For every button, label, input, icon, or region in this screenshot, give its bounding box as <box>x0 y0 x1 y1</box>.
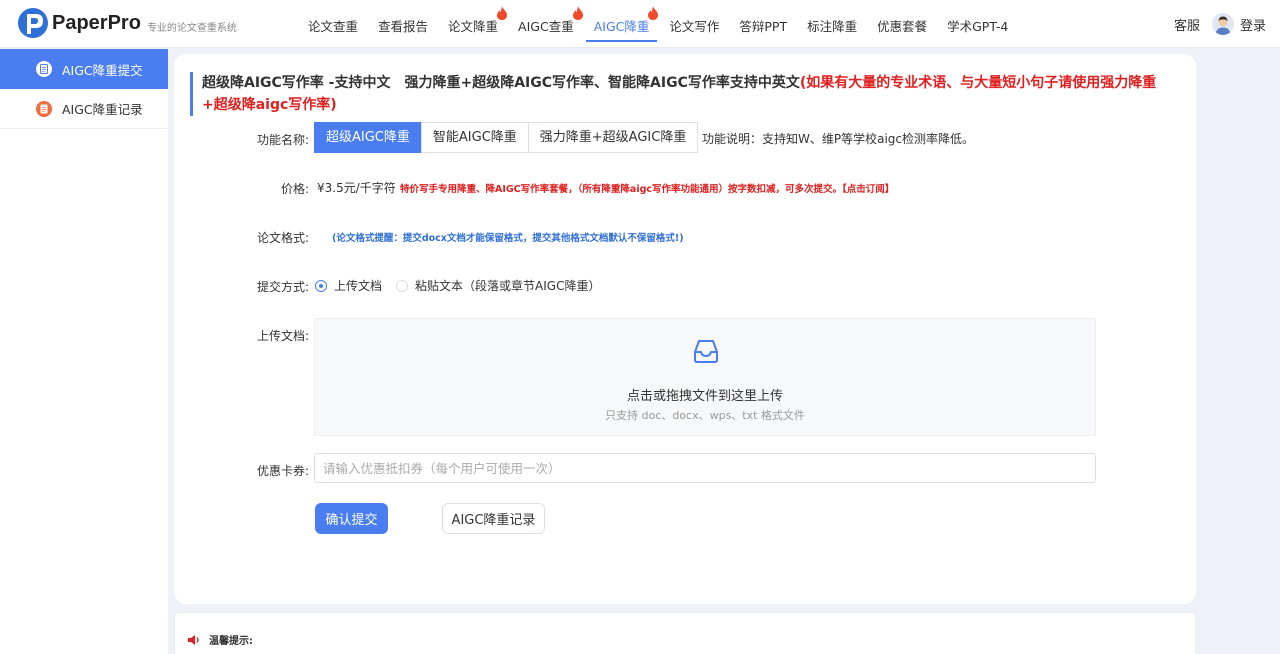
fire-icon <box>497 6 508 20</box>
nav-label: 优惠套餐 <box>877 19 928 34</box>
nav-lunwen-xiezuo[interactable]: 论文写作 <box>661 0 727 48</box>
title-text: 超级降AIGC写作率 -支持中文 强力降重+超级降AIGC写作率、智能降AIGC… <box>202 75 800 91</box>
page-title: 超级降AIGC写作率 -支持中文 强力降重+超级降AIGC写作率、智能降AIGC… <box>190 72 1180 116</box>
nav-label: 标注降重 <box>807 19 858 34</box>
price-promo-link[interactable]: 特价写手专用降重、降AIGC写作率套餐，（所有降重降aigc写作率功能通用）按字… <box>400 181 894 195</box>
confirm-submit-button[interactable]: 确认提交 <box>315 503 388 534</box>
coupon-input[interactable] <box>314 453 1096 483</box>
upload-main-text: 点击或拖拽文件到这里上传 <box>626 389 783 404</box>
function-label: 功能名称: <box>256 133 309 147</box>
tips-heading: 温馨提示: <box>187 632 253 647</box>
sidebar-item-label: AIGC降重提交 <box>62 62 143 78</box>
logo-icon <box>18 8 48 38</box>
tab-smart-aigc[interactable]: 智能AIGC降重 <box>420 122 529 153</box>
submit-method-label: 提交方式: <box>256 280 309 294</box>
upload-dropzone[interactable]: 点击或拖拽文件到这里上传 只支持 doc、docx、wps、txt 格式文件 <box>314 318 1096 436</box>
tips-card: 温馨提示: <box>174 612 1196 654</box>
radio-label-upload[interactable]: 上传文档 <box>334 277 382 294</box>
fire-icon <box>572 6 583 20</box>
document-record-icon <box>36 100 52 117</box>
inbox-icon <box>694 340 718 363</box>
upload-hint: 只支持 doc、docx、wps、txt 格式文件 <box>605 409 805 422</box>
header-right: 客服 登录 <box>1174 0 1266 48</box>
nav-youhui-taocan[interactable]: 优惠套餐 <box>869 0 935 48</box>
speaker-icon <box>188 634 199 645</box>
format-label: 论文格式: <box>256 231 309 245</box>
price-value: ¥3.5元/千字符 <box>317 181 396 195</box>
nav-xueshu-gpt4[interactable]: 学术GPT-4 <box>939 0 1016 48</box>
coupon-label: 优惠卡券: <box>256 464 309 478</box>
brand-name: PaperPro <box>52 11 141 34</box>
function-tabs: 超级AIGC降重 智能AIGC降重 强力降重+超级AGIC降重 <box>314 122 699 153</box>
nav-label: 查看报告 <box>378 19 429 34</box>
nav-label: 论文查重 <box>308 19 359 34</box>
tips-title: 温馨提示: <box>209 636 253 647</box>
nav-biaozhu-jiangchong[interactable]: 标注降重 <box>799 0 865 48</box>
nav-dabian-ppt[interactable]: 答辩PPT <box>731 0 795 48</box>
nav-label: AIGC降重 <box>593 19 650 34</box>
nav-aigc-chachong[interactable]: AIGC查重 <box>510 0 583 48</box>
aigc-records-button[interactable]: AIGC降重记录 <box>442 503 545 534</box>
nav-label: 论文降重 <box>448 19 499 34</box>
avatar[interactable] <box>1211 13 1234 35</box>
tab-strong-plus-super[interactable]: 强力降重+超级AGIC降重 <box>527 122 699 153</box>
document-submit-icon <box>36 61 52 77</box>
brand-tagline: 专业的论文查重系统 <box>146 22 237 34</box>
nav-aigc-jiangchong[interactable]: AIGC降重 <box>585 0 659 48</box>
nav-lunwen-jiangchong[interactable]: 论文降重 <box>440 0 508 48</box>
user-avatar-icon <box>1211 13 1234 35</box>
top-header: PaperPro 专业的论文查重系统 论文查重 查看报告 论文降重 AIGC查重… <box>0 0 1280 48</box>
service-link[interactable]: 客服 <box>1174 15 1200 34</box>
main-nav: 论文查重 查看报告 论文降重 AIGC查重 AIGC降重 论文写作 答辩PPT … <box>300 0 1020 48</box>
radio-paste-text[interactable] <box>396 279 409 292</box>
tab-super-aigc[interactable]: 超级AIGC降重 <box>314 122 422 153</box>
nav-label: 学术GPT-4 <box>947 19 1009 34</box>
sidebar: AIGC降重提交 AIGC降重记录 <box>0 49 168 654</box>
radio-upload-document[interactable] <box>315 279 327 292</box>
fire-icon <box>648 6 659 20</box>
sidebar-item-aigc-records[interactable]: AIGC降重记录 <box>0 89 168 129</box>
function-description: 功能说明：支持知W、维P等学校aigc检测率降低。 <box>702 132 975 146</box>
format-reminder: (论文格式提醒：提交docx文档才能保留格式，提交其他格式文档默认不保留格式!) <box>332 233 684 244</box>
nav-label: 论文写作 <box>669 19 720 34</box>
brand-logo[interactable]: PaperPro 专业的论文查重系统 <box>16 6 237 40</box>
price-label: 价格: <box>280 182 309 196</box>
nav-chakan-baogao[interactable]: 查看报告 <box>370 0 436 48</box>
upload-label: 上传文档: <box>256 329 309 343</box>
radio-label-paste[interactable]: 粘贴文本（段落或章节AIGC降重） <box>415 277 600 294</box>
nav-lunwen-chachong[interactable]: 论文查重 <box>300 0 366 48</box>
login-link[interactable]: 登录 <box>1240 15 1266 34</box>
submit-method-group: 上传文档 粘贴文本（段落或章节AIGC降重） <box>315 277 614 294</box>
nav-label: AIGC查重 <box>518 19 574 34</box>
sidebar-item-label: AIGC降重记录 <box>62 102 143 117</box>
nav-label: 答辩PPT <box>739 19 788 34</box>
sidebar-item-aigc-submit[interactable]: AIGC降重提交 <box>0 49 168 89</box>
main-card: 超级降AIGC写作率 -支持中文 强力降重+超级降AIGC写作率、智能降AIGC… <box>174 54 1196 604</box>
